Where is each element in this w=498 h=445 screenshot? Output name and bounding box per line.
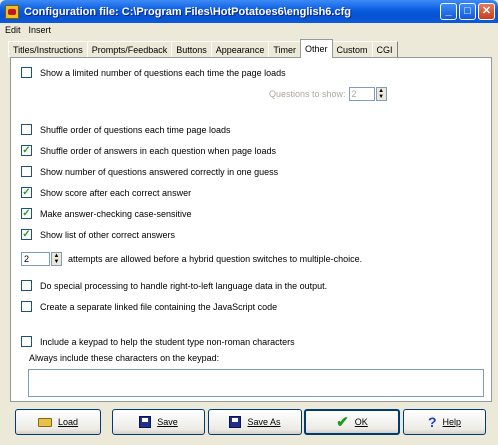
option-other-correct[interactable]: ✓ Show list of other correct answers xyxy=(21,229,175,240)
menu-bar: Edit Insert xyxy=(0,23,498,36)
option-show-num-correct[interactable]: Show number of questions answered correc… xyxy=(21,166,278,177)
load-button[interactable]: Load xyxy=(15,409,101,435)
tab-strip: Titles/Instructions Prompts/Feedback But… xyxy=(8,39,398,58)
tab-other[interactable]: Other xyxy=(300,39,333,58)
menu-insert[interactable]: Insert xyxy=(29,25,52,35)
tab-prompts-feedback[interactable]: Prompts/Feedback xyxy=(86,41,173,57)
limited-questions-checkbox[interactable] xyxy=(21,67,32,78)
rtl-checkbox[interactable] xyxy=(21,280,32,291)
help-icon: ? xyxy=(427,414,437,430)
other-correct-checkbox[interactable]: ✓ xyxy=(21,229,32,240)
check-icon: ✔ xyxy=(336,413,349,431)
maximize-button[interactable]: □ xyxy=(459,3,476,20)
attempts-spinner[interactable]: ▲ ▼ xyxy=(51,252,62,266)
option-shuffle-answers[interactable]: ✓ Shuffle order of answers in each quest… xyxy=(21,145,276,156)
shuffle-questions-checkbox[interactable] xyxy=(21,124,32,135)
keypad-chars-label: Always include these characters on the k… xyxy=(29,353,220,363)
title-bar: Configuration file: C:\Program Files\Hot… xyxy=(0,0,498,23)
tab-titles-instructions[interactable]: Titles/Instructions xyxy=(8,41,88,57)
shuffle-answers-checkbox[interactable]: ✓ xyxy=(21,145,32,156)
questions-to-show-row: Questions to show: 2 ▲ ▼ xyxy=(269,87,387,101)
ok-button[interactable]: ✔ OK xyxy=(304,409,400,435)
option-case-sensitive[interactable]: ✓ Make answer-checking case-sensitive xyxy=(21,208,192,219)
window-title: Configuration file: C:\Program Files\Hot… xyxy=(24,5,351,18)
tab-timer[interactable]: Timer xyxy=(268,41,301,57)
keypad-chars-input[interactable] xyxy=(28,369,484,397)
option-rtl[interactable]: Do special processing to handle right-to… xyxy=(21,280,327,291)
linked-js-checkbox[interactable] xyxy=(21,301,32,312)
keypad-checkbox[interactable] xyxy=(21,336,32,347)
tab-appearance[interactable]: Appearance xyxy=(210,41,270,57)
attempts-row: 2 ▲ ▼ attempts are allowed before a hybri… xyxy=(21,252,362,266)
option-shuffle-questions[interactable]: Shuffle order of questions each time pag… xyxy=(21,124,230,135)
tab-buttons[interactable]: Buttons xyxy=(171,41,212,57)
option-limited-questions[interactable]: Show a limited number of questions each … xyxy=(21,67,286,78)
disk-icon xyxy=(229,416,242,428)
save-as-button[interactable]: Save As xyxy=(208,409,302,435)
options-panel: Show a limited number of questions each … xyxy=(10,57,492,402)
attempts-input[interactable]: 2 xyxy=(21,252,50,266)
tab-custom[interactable]: Custom xyxy=(331,41,373,57)
save-button[interactable]: Save xyxy=(112,409,205,435)
show-score-checkbox[interactable]: ✓ xyxy=(21,187,32,198)
questions-to-show-spinner[interactable]: ▲ ▼ xyxy=(375,87,387,101)
close-button[interactable]: ✕ xyxy=(478,3,495,20)
case-sensitive-checkbox[interactable]: ✓ xyxy=(21,208,32,219)
show-num-correct-checkbox[interactable] xyxy=(21,166,32,177)
help-button[interactable]: ? Help xyxy=(403,409,486,435)
menu-edit[interactable]: Edit xyxy=(5,25,21,35)
minimize-button[interactable]: _ xyxy=(440,3,457,20)
questions-to-show-label: Questions to show: xyxy=(269,89,346,99)
option-show-score[interactable]: ✓ Show score after each correct answer xyxy=(21,187,191,198)
button-bar: Load Save Save As ✔ OK ? Help xyxy=(0,406,498,445)
disk-icon xyxy=(139,416,152,428)
folder-icon xyxy=(37,417,52,427)
option-keypad[interactable]: Include a keypad to help the student typ… xyxy=(21,336,295,347)
app-icon xyxy=(5,4,19,19)
questions-to-show-input[interactable]: 2 xyxy=(348,87,375,101)
option-linked-js[interactable]: Create a separate linked file containing… xyxy=(21,301,277,312)
attempts-label: attempts are allowed before a hybrid que… xyxy=(68,254,363,264)
tab-cgi[interactable]: CGI xyxy=(371,41,398,57)
